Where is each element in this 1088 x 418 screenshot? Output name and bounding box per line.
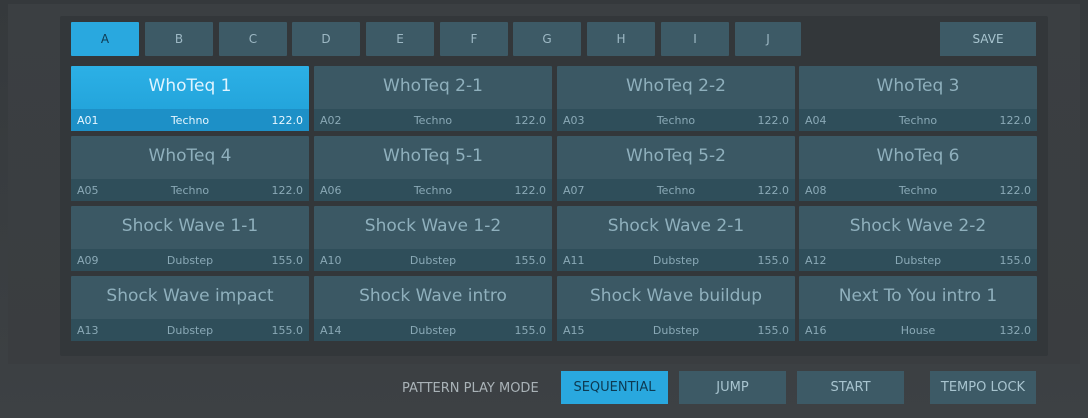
- pad-name: Shock Wave 1-1: [121, 216, 259, 236]
- pad-bpm: 122.0: [999, 114, 1032, 127]
- pad-name: WhoTeq 3: [876, 76, 960, 96]
- bank-tab-d[interactable]: D: [292, 22, 360, 56]
- pad-name: Shock Wave intro: [359, 286, 507, 306]
- pad-info-bar: A14 Dubstep 155.0: [314, 319, 552, 341]
- start-button[interactable]: START: [797, 371, 904, 404]
- pad-name: WhoTeq 2-2: [626, 76, 726, 96]
- pad-bpm: 132.0: [999, 324, 1032, 337]
- pad-info-bar: A04 Techno 122.0: [799, 109, 1037, 131]
- pad-info-bar: A08 Techno 122.0: [799, 179, 1037, 201]
- pad-bpm: 155.0: [757, 324, 790, 337]
- pad-info-bar: A10 Dubstep 155.0: [314, 249, 552, 271]
- bank-tab-i[interactable]: I: [661, 22, 729, 56]
- pad-bpm: 122.0: [271, 184, 304, 197]
- bank-tab-a[interactable]: A: [71, 22, 139, 56]
- jump-button[interactable]: JUMP: [679, 371, 786, 404]
- pattern-pad[interactable]: WhoTeq 6 A08 Techno 122.0: [799, 136, 1037, 201]
- pad-bpm: 155.0: [514, 254, 547, 267]
- pad-info-bar: A05 Techno 122.0: [71, 179, 309, 201]
- pad-bpm: 122.0: [271, 114, 304, 127]
- pattern-play-mode-label: PATTERN PLAY MODE: [402, 380, 539, 396]
- pad-info-bar: A03 Techno 122.0: [557, 109, 795, 131]
- pad-name: WhoTeq 6: [876, 146, 960, 166]
- pattern-pad[interactable]: WhoTeq 2-2 A03 Techno 122.0: [557, 66, 795, 131]
- bank-tab-h[interactable]: H: [587, 22, 655, 56]
- bank-tab-j[interactable]: J: [735, 22, 801, 56]
- pattern-pad[interactable]: Shock Wave 1-2 A10 Dubstep 155.0: [314, 206, 552, 271]
- pad-info-bar: A06 Techno 122.0: [314, 179, 552, 201]
- bank-tab-e[interactable]: E: [366, 22, 434, 56]
- bank-tab-g[interactable]: G: [513, 22, 581, 56]
- pad-bpm: 122.0: [757, 114, 790, 127]
- pad-info-bar: A02 Techno 122.0: [314, 109, 552, 131]
- pad-name: Shock Wave 1-2: [364, 216, 502, 236]
- bank-tab-f[interactable]: F: [440, 22, 508, 56]
- pattern-pad[interactable]: WhoTeq 1 A01 Techno 122.0: [71, 66, 309, 131]
- pad-info-bar: A15 Dubstep 155.0: [557, 319, 795, 341]
- pad-name: WhoTeq 5-1: [383, 146, 483, 166]
- pattern-pad[interactable]: Shock Wave 2-1 A11 Dubstep 155.0: [557, 206, 795, 271]
- pattern-pad[interactable]: Shock Wave 2-2 A12 Dubstep 155.0: [799, 206, 1037, 271]
- bank-tab-b[interactable]: B: [145, 22, 213, 56]
- pad-name: Shock Wave buildup: [590, 286, 762, 306]
- pattern-pad[interactable]: WhoTeq 5-1 A06 Techno 122.0: [314, 136, 552, 201]
- pad-bpm: 155.0: [271, 324, 304, 337]
- pad-name: WhoTeq 2-1: [383, 76, 483, 96]
- pattern-pad[interactable]: Shock Wave intro A14 Dubstep 155.0: [314, 276, 552, 341]
- pattern-pad[interactable]: WhoTeq 2-1 A02 Techno 122.0: [314, 66, 552, 131]
- pad-info-bar: A09 Dubstep 155.0: [71, 249, 309, 271]
- pad-info-bar: A16 House 132.0: [799, 319, 1037, 341]
- pad-name: Shock Wave 2-2: [849, 216, 987, 236]
- pattern-screen: A B C D E F G H I J SAVE WhoTeq 1 A01 Tech…: [0, 0, 1088, 418]
- pad-bpm: 155.0: [757, 254, 790, 267]
- bank-tab-c[interactable]: C: [219, 22, 287, 56]
- pad-name: Shock Wave impact: [106, 286, 274, 306]
- pattern-pad[interactable]: Shock Wave 1-1 A09 Dubstep 155.0: [71, 206, 309, 271]
- save-button[interactable]: SAVE: [940, 22, 1036, 56]
- pad-bpm: 155.0: [271, 254, 304, 267]
- tempo-lock-button[interactable]: TEMPO LOCK: [930, 371, 1036, 404]
- pattern-pad[interactable]: Shock Wave buildup A15 Dubstep 155.0: [557, 276, 795, 341]
- pad-info-bar: A12 Dubstep 155.0: [799, 249, 1037, 271]
- pad-info-bar: A11 Dubstep 155.0: [557, 249, 795, 271]
- pad-info-bar: A01 Techno 122.0: [71, 109, 309, 131]
- pad-name: WhoTeq 1: [148, 76, 232, 96]
- pad-bpm: 122.0: [514, 114, 547, 127]
- pattern-pad[interactable]: WhoTeq 5-2 A07 Techno 122.0: [557, 136, 795, 201]
- pattern-pad[interactable]: Next To You intro 1 A16 House 132.0: [799, 276, 1037, 341]
- pad-info-bar: A13 Dubstep 155.0: [71, 319, 309, 341]
- pattern-pad[interactable]: Shock Wave impact A13 Dubstep 155.0: [71, 276, 309, 341]
- pad-bpm: 122.0: [999, 184, 1032, 197]
- pad-bpm: 122.0: [757, 184, 790, 197]
- pad-name: Next To You intro 1: [838, 286, 998, 306]
- pad-name: WhoTeq 5-2: [626, 146, 726, 166]
- pattern-pad[interactable]: WhoTeq 4 A05 Techno 122.0: [71, 136, 309, 201]
- sequential-button[interactable]: SEQUENTIAL: [561, 371, 668, 404]
- pad-name: WhoTeq 4: [148, 146, 232, 166]
- pad-bpm: 122.0: [514, 184, 547, 197]
- pad-bpm: 155.0: [514, 324, 547, 337]
- pad-bpm: 155.0: [999, 254, 1032, 267]
- pad-name: Shock Wave 2-1: [607, 216, 745, 236]
- pad-info-bar: A07 Techno 122.0: [557, 179, 795, 201]
- pattern-pad[interactable]: WhoTeq 3 A04 Techno 122.0: [799, 66, 1037, 131]
